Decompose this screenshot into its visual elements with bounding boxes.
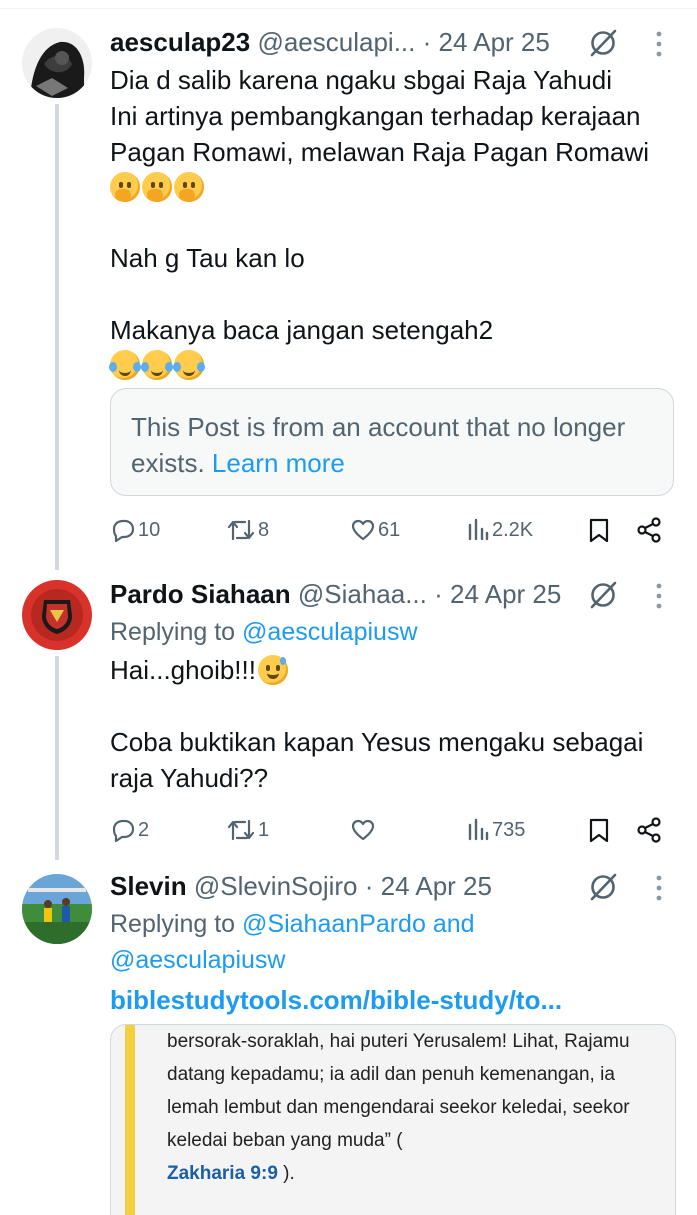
separator-dot: · <box>434 579 443 609</box>
reply-button[interactable]: 10 <box>110 510 160 550</box>
user-handle[interactable]: @aesculapi... <box>257 27 415 57</box>
post-text-line: Nah g Tau kan lo <box>110 243 305 273</box>
share-icon[interactable] <box>636 817 662 843</box>
views-button[interactable]: 2.2K <box>466 510 533 550</box>
repost-icon <box>227 819 255 841</box>
grinning-sweat-emoji <box>257 655 288 685</box>
emoji-row <box>109 348 677 382</box>
separator-dot: · <box>422 27 432 57</box>
unavailable-post-notice: This Post is from an account that no lon… <box>110 388 674 496</box>
post-text-line: Coba buktikan kapan Yesus mengaku sebaga… <box>110 727 644 793</box>
grok-icon[interactable] <box>588 28 618 58</box>
rolling-laughing-emoji <box>109 350 141 380</box>
post-date[interactable]: 24 Apr 25 <box>439 27 550 57</box>
repost-button[interactable]: 1 <box>226 810 269 850</box>
user-handle[interactable]: @SlevinSojiro <box>194 871 358 901</box>
share-icon[interactable] <box>636 517 662 543</box>
views-button[interactable]: 735 <box>466 810 525 850</box>
post-text-line: Makanya baca jangan setengah2 <box>110 315 494 345</box>
like-button[interactable] <box>350 810 376 850</box>
replying-label: Replying to <box>110 618 236 646</box>
display-name[interactable]: Pardo Siahaan <box>110 579 291 609</box>
post-aesculap23[interactable]: aesculap23 @aesculapi... · 24 Apr 25 Dia… <box>0 0 697 570</box>
hand-over-mouth-emoji <box>142 172 172 202</box>
reply-icon <box>112 819 135 843</box>
like-icon <box>351 519 375 541</box>
reply-count: 10 <box>138 518 161 541</box>
replying-label: Replying to <box>110 910 236 938</box>
replying-to-handle[interactable]: @SiahaanPardo <box>242 910 426 938</box>
bookmark-icon[interactable] <box>588 817 610 843</box>
more-options-icon[interactable] <box>655 30 663 58</box>
hand-over-mouth-emoji <box>174 172 204 202</box>
emoji-row <box>110 170 677 204</box>
replying-to: Replying to @SiahaanPardo and @aesculapi… <box>110 906 677 978</box>
post-header: Pardo Siahaan @Siahaa... · 24 Apr 25 <box>110 574 677 614</box>
learn-more-link[interactable]: Learn more <box>212 448 345 478</box>
reply-button[interactable]: 2 <box>110 810 149 850</box>
repost-icon <box>227 519 255 541</box>
post-header: aesculap23 @aesculapi... · 24 Apr 25 <box>110 22 677 62</box>
view-count: 2.2K <box>492 518 534 541</box>
post-text: Dia d salib karena ngaku sbgai Raja Yahu… <box>110 65 650 167</box>
post-date[interactable]: 24 Apr 25 <box>450 579 561 609</box>
like-icon <box>351 819 375 841</box>
like-button[interactable]: 61 <box>350 510 400 550</box>
replying-to: Replying to @aesculapiusw <box>110 614 677 650</box>
view-count: 735 <box>492 818 526 841</box>
repost-count: 1 <box>258 818 270 841</box>
avatar[interactable] <box>22 874 92 944</box>
thread-line <box>55 656 59 860</box>
post-text: Hai...ghoib!!! <box>110 652 677 688</box>
rolling-laughing-emoji <box>173 350 205 380</box>
action-bar: 2 1 735 <box>110 810 677 850</box>
avatar[interactable] <box>22 580 92 650</box>
action-bar: 10 8 61 2.2K <box>110 510 677 550</box>
display-name[interactable]: Slevin <box>110 871 187 901</box>
replying-and: and <box>432 910 475 938</box>
highlight-bar <box>125 1025 135 1215</box>
more-options-icon[interactable] <box>655 874 663 902</box>
image-text-tail: ). <box>277 1163 295 1184</box>
avatar[interactable] <box>22 28 92 98</box>
post-date[interactable]: 24 Apr 25 <box>381 871 492 901</box>
grok-icon[interactable] <box>588 872 618 902</box>
separator-dot: · <box>364 871 374 901</box>
post-pardo-siahaan[interactable]: Pardo Siahaan @Siahaa... · 24 Apr 25 Rep… <box>0 570 697 860</box>
post-header: Slevin @SlevinSojiro · 24 Apr 25 <box>110 866 677 906</box>
post-slevin[interactable]: Slevin @SlevinSojiro · 24 Apr 25 Replyin… <box>0 860 697 1215</box>
display-name[interactable]: aesculap23 <box>110 27 250 57</box>
post-text-line: Hai...ghoib!!! <box>110 655 256 685</box>
external-link[interactable]: biblestudytools.com/bible-study/to... <box>110 982 677 1018</box>
views-icon <box>468 518 489 541</box>
notice-text: This Post is from an account that no lon… <box>131 412 626 478</box>
hand-over-mouth-emoji <box>110 172 140 202</box>
like-count: 61 <box>378 518 401 541</box>
attached-image[interactable]: bersorak-soraklah, hai puteri Yerusalem!… <box>110 1024 676 1215</box>
views-icon <box>468 818 489 841</box>
thread-line <box>55 104 59 570</box>
replying-to-handle[interactable]: @aesculapiusw <box>242 618 417 646</box>
reply-icon <box>112 519 135 543</box>
repost-button[interactable]: 8 <box>226 510 269 550</box>
bookmark-icon[interactable] <box>588 517 610 543</box>
image-text-body: bersorak-soraklah, hai puteri Yerusalem!… <box>167 1031 630 1151</box>
image-text: bersorak-soraklah, hai puteri Yerusalem!… <box>167 1025 647 1190</box>
more-options-icon[interactable] <box>655 582 663 610</box>
repost-count: 8 <box>258 518 270 541</box>
user-handle[interactable]: @Siahaa... <box>298 579 427 609</box>
reply-count: 2 <box>138 818 150 841</box>
image-text-reference: Zakharia 9:9 <box>167 1163 278 1184</box>
rolling-laughing-emoji <box>141 350 173 380</box>
grok-icon[interactable] <box>588 580 618 610</box>
replying-to-handle[interactable]: @aesculapiusw <box>110 946 285 974</box>
